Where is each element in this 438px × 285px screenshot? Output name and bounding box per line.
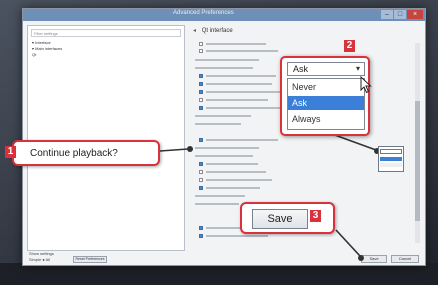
callout-number-1: 1 <box>5 146 16 158</box>
select-value: Ask <box>293 64 309 74</box>
leader-line-1 <box>159 148 189 152</box>
leader-dot-1 <box>187 146 193 152</box>
mini-select-option <box>380 163 402 167</box>
mini-select-highlight <box>380 157 402 161</box>
save-button[interactable]: Save <box>252 209 308 229</box>
option-always[interactable]: Always <box>288 112 364 126</box>
continue-playback-select-small[interactable] <box>378 146 404 172</box>
continue-playback-select[interactable]: Ask ▾ <box>287 62 365 76</box>
leader-line-2 <box>331 133 377 151</box>
callout-continue-text: Continue playback? <box>30 148 118 159</box>
callout-dropdown: Ask ▾ Never Ask Always <box>280 56 370 136</box>
option-ask[interactable]: Ask <box>288 96 364 110</box>
leader-line-3 <box>335 229 361 257</box>
desktop-background: Advanced Preferences – □ × Filter settin… <box>0 0 438 285</box>
dropdown-list: Never Ask Always <box>287 78 365 130</box>
leader-dot-3 <box>358 255 364 261</box>
callout-number-3: 3 <box>310 210 321 222</box>
option-never[interactable]: Never <box>288 80 364 94</box>
chevron-down-icon[interactable]: ▾ <box>356 64 360 73</box>
mini-select-box <box>380 149 402 154</box>
callout-number-2: 2 <box>344 40 355 52</box>
mouse-cursor-icon <box>360 76 372 94</box>
callout-continue-playback: Continue playback? <box>12 140 160 166</box>
